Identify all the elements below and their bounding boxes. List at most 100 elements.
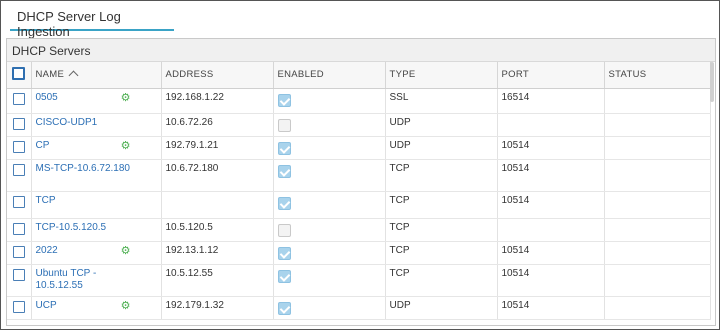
table-row[interactable]: UCP ⚙ 192.179.1.32 UDP 10514 <box>7 296 711 320</box>
column-status-label: STATUS <box>608 69 647 81</box>
row-select-cell <box>7 136 32 160</box>
table-body: 0505 ⚙ 192.168.1.22 SSL 16514 CISCO-UDP1 10.6.… <box>7 88 711 320</box>
row-select-cell <box>7 88 32 114</box>
row-select-cell <box>7 241 32 265</box>
select-all-cell <box>7 62 32 89</box>
enabled-checkbox[interactable] <box>277 223 291 237</box>
tab-bar: DHCP Server Log Ingestion <box>2 2 718 39</box>
row-select-cell <box>7 191 32 219</box>
status-cell <box>604 264 711 297</box>
port-cell: 10514 <box>497 296 605 320</box>
address-cell: 192.13.1.12 <box>161 241 274 265</box>
port-cell: 10514 <box>497 191 605 219</box>
row-select-cell <box>7 159 32 192</box>
server-name-link[interactable]: TCP-10.5.120.5 <box>36 222 107 234</box>
name-cell: TCP <box>31 191 162 219</box>
column-header-enabled[interactable]: ENABLED <box>273 62 386 89</box>
gear-icon[interactable]: ⚙ <box>121 92 131 104</box>
table-row[interactable]: 2022 ⚙ 192.13.1.12 TCP 10514 <box>7 241 711 265</box>
enabled-checkbox[interactable] <box>277 246 291 260</box>
tab-dhcp-server-log-ingestion[interactable]: DHCP Server Log Ingestion <box>10 2 174 39</box>
gear-icon[interactable]: ⚙ <box>121 140 131 152</box>
row-select-checkbox[interactable] <box>12 222 25 235</box>
enabled-checkbox[interactable] <box>277 118 291 132</box>
enabled-checkbox[interactable] <box>277 196 291 210</box>
column-address-label: ADDRESS <box>165 69 214 81</box>
address-cell: 10.6.72.180 <box>161 159 274 192</box>
status-cell <box>604 191 711 219</box>
row-select-checkbox[interactable] <box>12 268 25 281</box>
type-cell: UDP <box>385 136 498 160</box>
table-row[interactable]: TCP TCP 10514 <box>7 191 711 219</box>
server-name-link[interactable]: MS-TCP-10.6.72.180 <box>36 163 131 175</box>
enabled-cell <box>273 264 386 297</box>
gear-icon[interactable]: ⚙ <box>121 300 131 312</box>
server-name-link[interactable]: UCP <box>36 300 57 312</box>
type-cell: TCP <box>385 218 498 242</box>
port-cell: 10514 <box>497 136 605 160</box>
row-select-checkbox[interactable] <box>12 92 25 105</box>
enabled-checkbox[interactable] <box>277 164 291 178</box>
column-name-label: NAME <box>35 69 65 81</box>
address-cell: 10.5.12.55 <box>161 264 274 297</box>
column-port-label: PORT <box>501 69 529 81</box>
server-name-link[interactable]: TCP <box>36 195 56 207</box>
address-cell <box>161 191 274 219</box>
name-cell: 2022 ⚙ <box>31 241 162 265</box>
column-header-port[interactable]: PORT <box>497 62 605 89</box>
status-cell <box>604 113 711 137</box>
row-select-checkbox[interactable] <box>12 245 25 258</box>
table-row[interactable]: CP ⚙ 192.79.1.21 UDP 10514 <box>7 136 711 160</box>
column-header-name[interactable]: NAME <box>31 62 162 89</box>
server-name-link[interactable]: CISCO-UDP1 <box>36 117 98 129</box>
name-cell: CISCO-UDP1 <box>31 113 162 137</box>
column-header-type[interactable]: TYPE <box>385 62 498 89</box>
address-cell: 192.79.1.21 <box>161 136 274 160</box>
name-cell: CP ⚙ <box>31 136 162 160</box>
name-cell: TCP-10.5.120.5 <box>31 218 162 242</box>
select-all-checkbox[interactable] <box>12 66 26 80</box>
enabled-checkbox[interactable] <box>277 269 291 283</box>
gear-icon[interactable]: ⚙ <box>121 245 131 257</box>
enabled-checkbox[interactable] <box>277 93 291 107</box>
row-select-checkbox[interactable] <box>12 300 25 313</box>
type-cell: UDP <box>385 296 498 320</box>
row-select-checkbox[interactable] <box>12 163 25 176</box>
row-select-checkbox[interactable] <box>12 195 25 208</box>
server-name-link[interactable]: CP <box>36 140 50 152</box>
vertical-scrollbar[interactable] <box>710 62 714 102</box>
table-row[interactable]: Ubuntu TCP - 10.5.12.55 10.5.12.55 TCP 1051… <box>7 264 711 297</box>
server-name-link[interactable]: 0505 <box>36 92 58 104</box>
status-cell <box>604 296 711 320</box>
status-cell <box>604 159 711 192</box>
column-header-status[interactable]: STATUS <box>604 62 711 89</box>
table-row[interactable]: TCP-10.5.120.5 10.5.120.5 TCP <box>7 218 711 242</box>
enabled-cell <box>273 88 386 114</box>
row-select-checkbox[interactable] <box>12 140 25 153</box>
enabled-checkbox[interactable] <box>277 141 291 155</box>
table-row[interactable]: MS-TCP-10.6.72.180 10.6.72.180 TCP 10514 <box>7 159 711 192</box>
table-row[interactable]: 0505 ⚙ 192.168.1.22 SSL 16514 <box>7 88 711 114</box>
table-row[interactable]: CISCO-UDP1 10.6.72.26 UDP <box>7 113 711 137</box>
status-cell <box>604 241 711 265</box>
row-select-cell <box>7 264 32 297</box>
type-cell: SSL <box>385 88 498 114</box>
row-select-cell <box>7 113 32 137</box>
tab-label: DHCP Server Log Ingestion <box>17 9 121 39</box>
port-cell: 16514 <box>497 88 605 114</box>
column-type-label: TYPE <box>389 69 416 81</box>
column-header-address[interactable]: ADDRESS <box>161 62 274 89</box>
type-cell: TCP <box>385 191 498 219</box>
address-cell: 10.6.72.26 <box>161 113 274 137</box>
name-cell: 0505 ⚙ <box>31 88 162 114</box>
row-select-cell <box>7 296 32 320</box>
name-cell: MS-TCP-10.6.72.180 <box>31 159 162 192</box>
port-cell: 10514 <box>497 241 605 265</box>
server-name-link[interactable]: 2022 <box>36 245 58 257</box>
sort-ascending-icon[interactable] <box>68 70 79 81</box>
enabled-cell <box>273 159 386 192</box>
enabled-checkbox[interactable] <box>277 301 291 315</box>
row-select-checkbox[interactable] <box>12 117 25 130</box>
server-name-link[interactable]: Ubuntu TCP - 10.5.12.55 <box>36 268 116 292</box>
port-cell <box>497 113 605 137</box>
